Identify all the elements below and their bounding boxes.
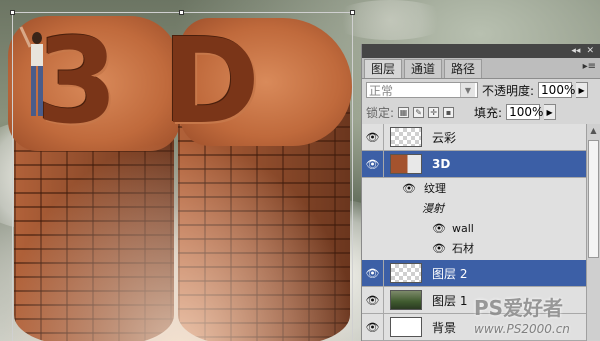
scroll-thumb[interactable] [588,140,599,258]
tab-layers[interactable]: 图层 [364,59,403,78]
layer-thumbnail [390,263,422,283]
layer-name: 3D [432,157,451,171]
panel-title-bar: ◂◂ ✕ [362,44,600,58]
transform-handle[interactable] [179,10,184,15]
lock-move-icon[interactable]: ✛ [428,106,440,118]
panel-menu-icon[interactable]: ▸≡ [583,61,596,72]
scroll-up-icon[interactable]: ▲ [588,126,599,138]
transform-handle[interactable] [350,10,355,15]
opacity-input[interactable]: 100% [538,82,575,98]
opacity-label: 不透明度: [482,83,535,98]
tab-channels[interactable]: 通道 [404,59,443,78]
layer-thumbnail [390,317,422,337]
layer-name: 图层 1 [432,293,468,308]
sublayer-label: wall [451,221,474,235]
eye-icon[interactable]: 👁 [362,123,384,151]
eye-icon[interactable]: 👁 [432,242,446,255]
eye-icon[interactable]: 👁 [362,286,384,314]
layer-thumbnail [390,127,422,147]
opacity-arrow-icon[interactable]: ▶ [576,82,589,98]
layer-name: 云彩 [432,130,457,145]
sublayer-diffuse[interactable]: 漫射 [362,198,586,218]
watermark: PS爱好者 www.PS2000.cn [474,292,600,341]
blend-mode-value: 正常 [369,83,394,98]
sublayer-stone[interactable]: 👁 石材 [362,238,586,258]
chevron-down-icon: ▼ [460,83,475,97]
layer-row[interactable]: 👁 云彩 [362,123,586,151]
sublayer-label: 石材 [451,242,474,255]
lock-transparency-icon[interactable]: ▦ [398,106,410,118]
fill-arrow-icon[interactable]: ▶ [544,104,557,120]
lock-brush-icon[interactable]: ✎ [413,106,425,118]
transform-bounding-box[interactable] [10,10,355,341]
3d-layer-thumbnail [390,154,422,174]
watermark-logo: PS爱好者 [474,296,564,320]
lock-row: 锁定: ▦ ✎ ✛ ▪ 填充: 100% ▶ [362,101,600,123]
eye-icon[interactable]: 👁 [362,259,384,287]
sublayer-wall[interactable]: 👁 wall [362,218,586,238]
lock-all-icon[interactable]: ▪ [443,106,455,118]
close-icon[interactable]: ✕ [586,46,594,56]
layer-row[interactable]: 👁 3D [362,150,586,178]
eye-icon[interactable]: 👁 [402,182,416,195]
tab-paths[interactable]: 路径 [444,59,483,78]
fill-label: 填充: [474,105,503,120]
sublayer-texture[interactable]: 👁 纹理 [362,178,586,198]
transform-handle[interactable] [10,10,15,15]
layer-name: 图层 2 [432,266,468,281]
eye-icon[interactable]: 👁 [432,222,446,235]
blend-mode-select[interactable]: 正常 ▼ [366,82,478,98]
collapse-icon[interactable]: ◂◂ [571,46,580,56]
sublayer-label: 纹理 [423,182,446,195]
watermark-url: www.PS2000.cn [474,322,570,336]
eye-icon[interactable]: 👁 [362,150,384,178]
blend-row: 正常 ▼ 不透明度: 100% ▶ [362,79,600,101]
sublayer-label: 漫射 [422,202,444,215]
fill-input[interactable]: 100% [506,104,543,120]
panel-tabs: 图层 通道 路径 ▸≡ [362,58,600,79]
eye-icon[interactable]: 👁 [362,313,384,341]
layer-thumbnail [390,290,422,310]
layer-name: 背景 [432,320,457,335]
lock-label: 锁定: [366,105,395,120]
layer-row[interactable]: 👁 图层 2 [362,259,586,287]
